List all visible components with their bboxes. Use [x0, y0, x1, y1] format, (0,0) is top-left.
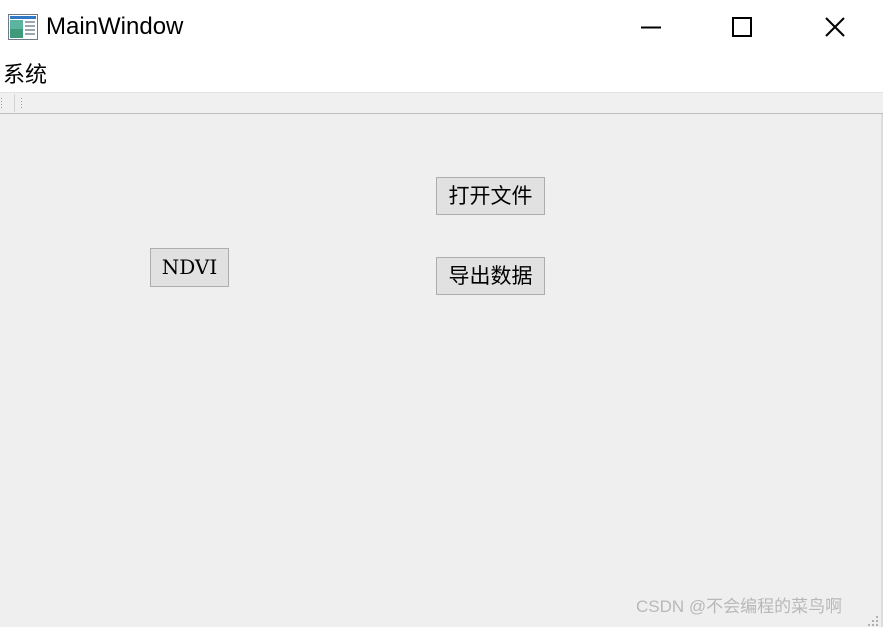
close-button[interactable] [790, 0, 880, 55]
toolbar-grip-icon[interactable] [20, 97, 23, 109]
maximize-button[interactable] [696, 0, 786, 55]
ndvi-button[interactable]: NDVI [150, 248, 229, 287]
open-file-button[interactable]: 打开文件 [436, 177, 545, 215]
menu-item-system[interactable]: 系统 [3, 62, 47, 88]
maximize-icon [732, 17, 752, 37]
toolbar-grip-icon[interactable] [0, 97, 3, 109]
tool-bar [0, 92, 883, 114]
export-data-button[interactable]: 导出数据 [436, 257, 545, 295]
close-icon [825, 17, 845, 37]
main-window: MainWindow 系统 打开文件 导出数据 NDVI CSDN @不会编程的… [0, 0, 883, 627]
title-bar[interactable]: MainWindow [0, 0, 883, 55]
toolbar-separator [14, 94, 15, 112]
window-title: MainWindow [46, 13, 184, 40]
minimize-icon [641, 26, 661, 29]
menu-bar: 系统 [0, 55, 883, 92]
resize-grip-icon[interactable] [866, 613, 880, 626]
watermark-text: CSDN @不会编程的菜鸟啊 [636, 597, 843, 616]
app-window-icon [8, 14, 38, 40]
minimize-button[interactable] [606, 0, 696, 55]
central-widget: 打开文件 导出数据 NDVI [0, 114, 883, 627]
